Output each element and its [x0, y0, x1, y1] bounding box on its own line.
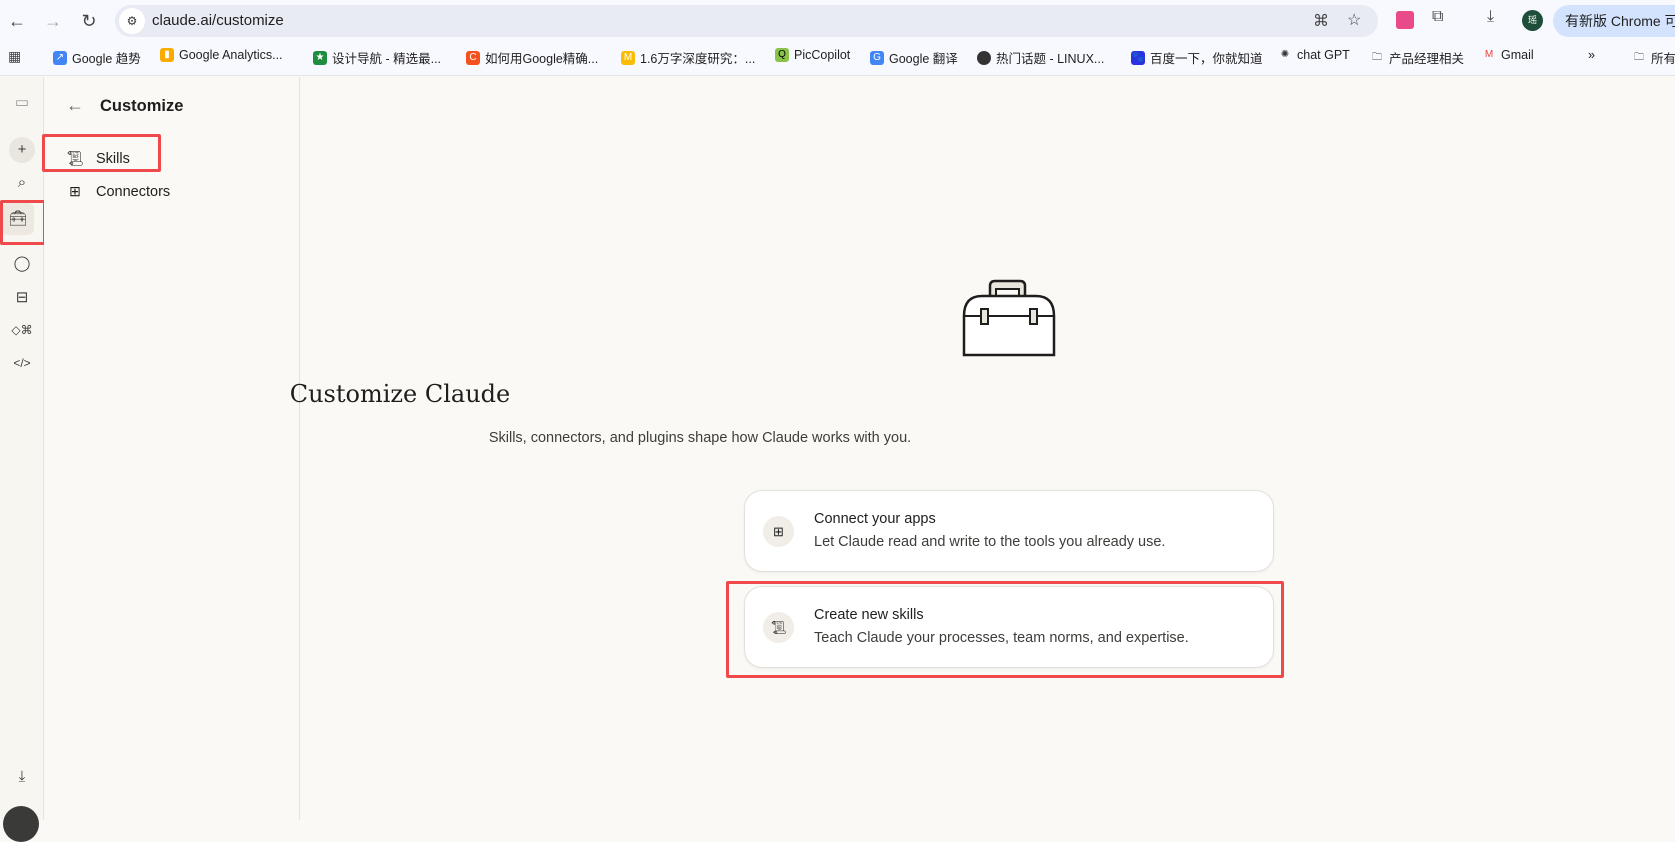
panel-title: Customize [100, 97, 184, 115]
back-button[interactable]: ← [6, 10, 28, 32]
forward-button[interactable]: → [42, 10, 64, 32]
search-icon[interactable]: ⌕ [8, 169, 36, 197]
bookmark[interactable]: M 1.6万字深度研究：... [621, 48, 755, 67]
bookmark-folder[interactable]: 🗀 产品经理相关 [1370, 48, 1464, 67]
address-bar[interactable]: ⚙ claude.ai/customize ⌘ ☆ [115, 5, 1378, 37]
bookmark[interactable]: ✺ chat GPT [1278, 48, 1350, 62]
all-bookmarks-folder[interactable]: 🗀所有书签 [1632, 48, 1675, 67]
projects-icon[interactable]: ⊟ [8, 284, 36, 312]
extensions-puzzle-icon[interactable]: ⧉ [1432, 8, 1443, 26]
profile-avatar[interactable]: 瑶 [1522, 10, 1543, 31]
url-text: claude.ai/customize [152, 12, 284, 29]
chrome-update-button[interactable]: 有新版 Chrome 可用 [1553, 5, 1675, 37]
new-chat-icon[interactable]: + [9, 137, 35, 163]
bookmark[interactable]: ★ 设计导航 - 精选最... [313, 48, 441, 67]
connectors-icon: ⊞ [763, 516, 794, 547]
user-avatar[interactable] [3, 806, 39, 842]
nav-item-connectors[interactable]: ⊞ Connectors [66, 183, 170, 200]
browser-chrome: ← → ↻ ⚙ claude.ai/customize ⌘ ☆ ⧉ ⤓ 瑶 有新… [0, 0, 1675, 76]
bookmark[interactable]: 🐾 百度一下，你就知道 [1131, 48, 1263, 67]
connect-apps-card[interactable]: ⊞ Connect your apps Let Claude read and … [744, 490, 1274, 572]
customize-panel: ← Customize 📜︎ Skills ⊞ Connectors [42, 77, 300, 820]
site-settings-icon[interactable]: ⚙ [119, 8, 145, 34]
back-arrow-icon[interactable]: ← [66, 95, 84, 116]
apps-grid-icon[interactable]: ▦ [8, 48, 21, 65]
connectors-icon: ⊞ [69, 183, 81, 199]
card-title: Connect your apps [814, 511, 936, 527]
icon-rail: ▭ + ⌕ 🧰︎ ◯ ⊟ ◇⌘ </> ⤓ [0, 77, 46, 842]
bookmarks-overflow-button[interactable]: » [1588, 48, 1595, 62]
card-description: Let Claude read and write to the tools y… [814, 534, 1166, 550]
toolbox-illustration [962, 279, 1056, 357]
sidebar-toggle-icon[interactable]: ▭ [8, 89, 36, 117]
bookmark[interactable]: 热门话题 - LINUX... [977, 48, 1104, 67]
bookmark[interactable]: M Gmail [1482, 48, 1534, 62]
translate-icon[interactable]: ⌘ [1313, 11, 1329, 31]
highlight-box [726, 581, 1284, 678]
bookmark-star-icon[interactable]: ☆ [1347, 10, 1361, 30]
page-subtitle: Skills, connectors, and plugins shape ho… [488, 430, 912, 446]
artifacts-icon[interactable]: ◇⌘ [8, 316, 36, 344]
download-icon[interactable]: ⤓ [1487, 8, 1494, 26]
chats-icon[interactable]: ◯ [8, 250, 36, 278]
reload-button[interactable]: ↻ [78, 10, 100, 32]
extension-icon[interactable] [1396, 11, 1414, 29]
code-icon[interactable]: </> [8, 349, 36, 377]
page-title: Customize Claude [289, 380, 511, 408]
bookmark[interactable]: ↗ Google 趋势 [53, 48, 141, 67]
bookmark[interactable]: ▮ Google Analytics... [160, 48, 283, 62]
bookmark[interactable]: G Google 翻译 [870, 48, 958, 67]
highlight-box [42, 134, 161, 172]
bookmark[interactable]: C 如何用Google精确... [466, 48, 598, 67]
highlight-box [0, 200, 46, 245]
bookmark[interactable]: Q PicCopilot [775, 48, 850, 62]
download-app-icon[interactable]: ⤓ [8, 763, 36, 791]
